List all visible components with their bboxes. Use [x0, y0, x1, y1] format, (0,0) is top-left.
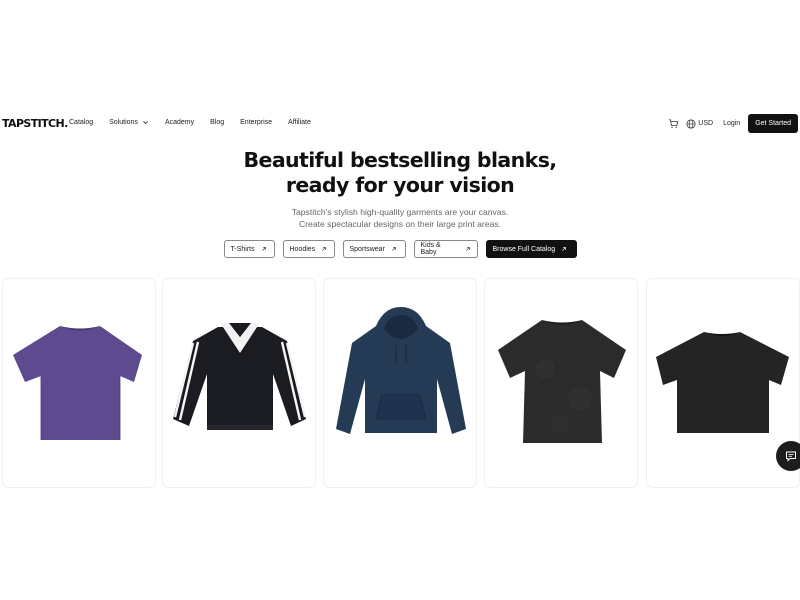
category-label: Browse Full Catalog — [492, 245, 556, 253]
hero-title-line1: Beautiful bestselling blanks, — [243, 148, 558, 172]
hero-subtitle: Tapstitch's stylish high-quality garment… — [0, 206, 800, 230]
nav-blog-label: Blog — [210, 119, 225, 126]
black-acid-wash-tshirt-image — [498, 320, 626, 443]
arrow-up-right-icon — [322, 247, 327, 251]
top-nav: TAPSTITCH. Catalog Solutions Academy Blo… — [0, 114, 800, 134]
nav-enterprise-label: Enterprise — [240, 119, 273, 126]
product-grid — [0, 278, 800, 488]
category-hoodies-button[interactable]: Hoodies — [282, 240, 335, 258]
category-label: Kids & Baby — [420, 242, 441, 256]
browse-full-catalog-button[interactable]: Browse Full Catalog — [485, 240, 577, 258]
arrow-up-right-icon — [562, 247, 566, 251]
purple-tshirt-image — [13, 326, 142, 440]
category-sportswear-button[interactable]: Sportswear — [342, 240, 406, 258]
nav-catalog[interactable]: Catalog — [69, 119, 93, 126]
nav-blog[interactable]: Blog — [210, 119, 224, 126]
logo[interactable]: TAPSTITCH. — [2, 117, 68, 130]
category-label: T-Shirts — [230, 245, 255, 253]
category-kids-baby-button[interactable]: Kids & Baby — [413, 240, 478, 258]
nav-catalog-label: Catalog — [69, 119, 94, 126]
login-link[interactable]: Login — [723, 120, 740, 127]
globe-icon[interactable] — [686, 118, 696, 129]
chat-button[interactable] — [776, 441, 800, 471]
get-started-button[interactable]: Get Started — [748, 114, 798, 133]
nav-academy[interactable]: Academy — [165, 119, 194, 126]
arrow-up-right-icon — [261, 247, 266, 251]
category-label: Hoodies — [289, 245, 316, 253]
cart-icon[interactable] — [668, 118, 679, 129]
product-card[interactable] — [2, 278, 156, 488]
nav-links: Catalog Solutions Academy Blog Enterpris… — [69, 119, 327, 126]
navy-hoodie-image — [336, 307, 466, 434]
category-buttons: T-Shirts Hoodies Sportswear Kids & Baby … — [0, 240, 800, 258]
currency-selector[interactable]: USD — [698, 120, 713, 127]
nav-enterprise[interactable]: Enterprise — [240, 119, 272, 126]
nav-academy-label: Academy — [164, 119, 195, 126]
product-card[interactable] — [323, 278, 477, 488]
black-striped-polo-sweatshirt-image — [173, 323, 307, 430]
hero-sub-line2: Create spectacular designs on their larg… — [298, 219, 502, 229]
arrow-up-right-icon — [465, 247, 470, 251]
chevron-down-icon — [143, 121, 148, 125]
product-card[interactable] — [162, 278, 316, 488]
arrow-up-right-icon — [392, 247, 396, 251]
nav-affiliate-label: Affiliate — [288, 119, 311, 126]
product-card[interactable] — [484, 278, 638, 488]
category-label: Sportswear — [349, 245, 385, 253]
category-tshirts-button[interactable]: T-Shirts — [223, 240, 275, 258]
nav-right: USD Login Get Started — [668, 114, 798, 133]
hero-title: Beautiful bestselling blanks, ready for … — [0, 148, 800, 198]
chat-icon — [786, 451, 796, 462]
nav-solutions-label: Solutions — [109, 119, 138, 126]
hero-title-line2: ready for your vision — [285, 173, 515, 197]
nav-affiliate[interactable]: Affiliate — [288, 119, 311, 126]
nav-solutions[interactable]: Solutions — [109, 119, 149, 126]
hero-sub-line1: Tapstitch's stylish high-quality garment… — [291, 207, 509, 217]
